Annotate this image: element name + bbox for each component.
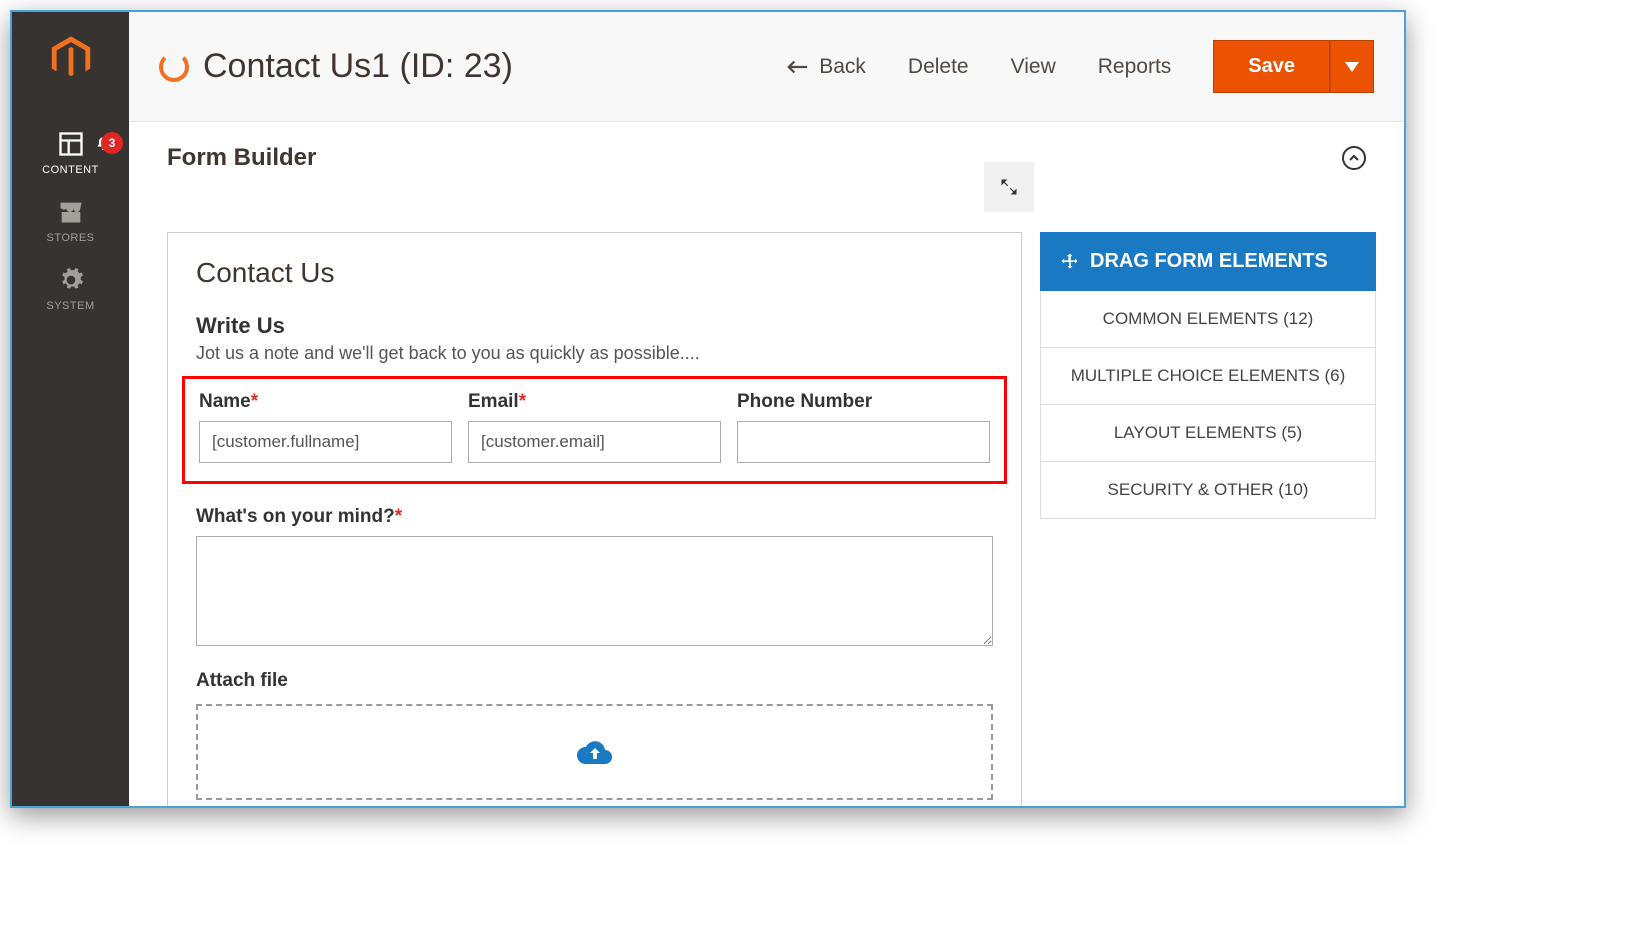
- expand-icon: [999, 177, 1019, 197]
- gear-icon: [57, 266, 85, 294]
- main-content: Contact Us1 (ID: 23) Back Delete View Re…: [129, 12, 1404, 806]
- collapse-button[interactable]: [1342, 146, 1366, 170]
- nav-content[interactable]: CONTENT 3: [12, 118, 129, 186]
- name-label: Name*: [199, 391, 452, 413]
- section-title: Form Builder: [167, 144, 316, 172]
- name-field[interactable]: Name*: [199, 391, 452, 463]
- panel-category-security[interactable]: SECURITY & OTHER (10): [1040, 462, 1376, 519]
- panel-category-common[interactable]: COMMON ELEMENTS (12): [1040, 291, 1376, 348]
- admin-sidebar: CONTENT 3 STORES SYSTEM: [12, 12, 129, 806]
- save-dropdown-toggle[interactable]: [1330, 40, 1374, 93]
- delete-button[interactable]: Delete: [908, 55, 969, 79]
- email-label: Email*: [468, 391, 721, 413]
- nav-label: CONTENT: [42, 164, 99, 176]
- save-button-group: Save: [1213, 40, 1374, 93]
- message-field[interactable]: What's on your mind?*: [196, 506, 993, 646]
- nav-stores[interactable]: STORES: [12, 186, 129, 254]
- form-canvas[interactable]: Contact Us Write Us Jot us a note and we…: [167, 232, 1022, 806]
- page-title: Contact Us1 (ID: 23): [203, 47, 513, 86]
- panel-category-layout[interactable]: LAYOUT ELEMENTS (5): [1040, 405, 1376, 462]
- highlighted-fields-row: Name* Email* Phone Number: [182, 376, 1007, 484]
- message-label: What's on your mind?*: [196, 506, 993, 528]
- page-header: Contact Us1 (ID: 23) Back Delete View Re…: [129, 12, 1404, 122]
- phone-field[interactable]: Phone Number: [737, 391, 990, 463]
- content-icon: [57, 130, 85, 158]
- spinner-icon: [159, 52, 189, 82]
- back-button[interactable]: Back: [787, 55, 866, 79]
- chevron-down-icon: [1345, 62, 1359, 72]
- chevron-up-icon: [1349, 155, 1359, 161]
- form-subtitle: Write Us: [196, 313, 993, 339]
- arrow-left-icon: [787, 59, 809, 75]
- stores-icon: [57, 198, 85, 226]
- nav-label: STORES: [46, 232, 94, 244]
- elements-panel-header: DRAG FORM ELEMENTS: [1040, 232, 1376, 291]
- email-field[interactable]: Email*: [468, 391, 721, 463]
- phone-label: Phone Number: [737, 391, 990, 413]
- drag-icon: [1060, 252, 1080, 272]
- save-button[interactable]: Save: [1213, 40, 1330, 93]
- form-title: Contact Us: [196, 257, 993, 289]
- phone-input[interactable]: [737, 421, 990, 463]
- name-input[interactable]: [199, 421, 452, 463]
- form-description: Jot us a note and we'll get back to you …: [196, 343, 993, 364]
- email-input[interactable]: [468, 421, 721, 463]
- cloud-upload-icon: [577, 738, 613, 766]
- nav-label: SYSTEM: [46, 300, 94, 312]
- notification-badge[interactable]: 3: [101, 132, 123, 154]
- expand-button[interactable]: [984, 162, 1034, 212]
- magento-logo: [47, 34, 95, 82]
- file-dropzone[interactable]: [196, 704, 993, 800]
- back-label: Back: [819, 55, 866, 79]
- message-textarea[interactable]: [196, 536, 993, 646]
- elements-panel: DRAG FORM ELEMENTS COMMON ELEMENTS (12) …: [1040, 232, 1376, 806]
- section-header: Form Builder: [129, 122, 1404, 188]
- attach-label: Attach file: [196, 670, 993, 692]
- nav-system[interactable]: SYSTEM: [12, 254, 129, 322]
- view-button[interactable]: View: [1011, 55, 1056, 79]
- panel-category-multiple[interactable]: MULTIPLE CHOICE ELEMENTS (6): [1040, 348, 1376, 405]
- reports-button[interactable]: Reports: [1098, 55, 1172, 79]
- form-builder-area: Contact Us Write Us Jot us a note and we…: [129, 188, 1404, 806]
